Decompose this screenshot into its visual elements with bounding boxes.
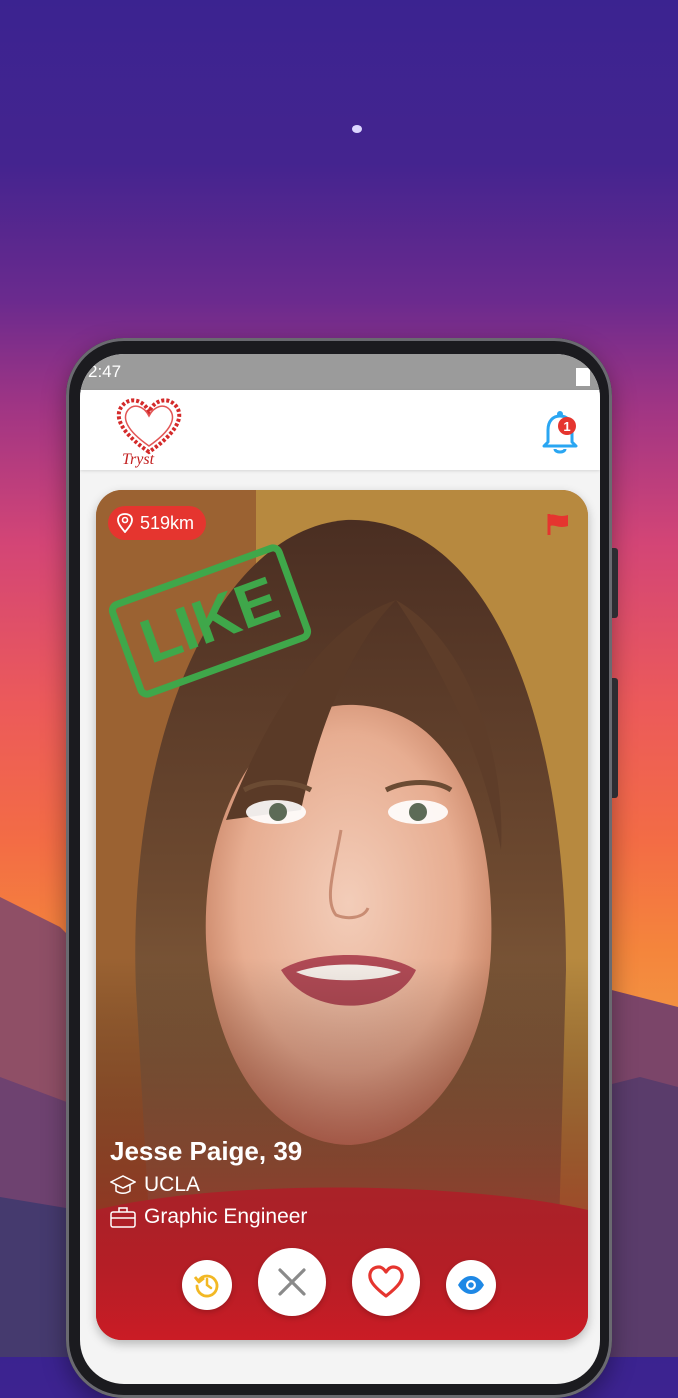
phone-frame: 2:47 Tryst 1 519km LIKE Jesse Paige, 39 … xyxy=(66,338,618,1398)
rewind-button[interactable] xyxy=(182,1260,232,1310)
distance-text: 519km xyxy=(140,512,195,533)
job-row: Graphic Engineer xyxy=(110,1205,307,1229)
view-profile-button[interactable] xyxy=(446,1260,496,1310)
notification-bell-icon[interactable]: 1 xyxy=(540,408,580,458)
notification-badge: 1 xyxy=(563,419,570,434)
status-time: 2:47 xyxy=(88,362,122,381)
location-pin-icon xyxy=(117,513,133,533)
power-button xyxy=(612,678,618,798)
app-logo[interactable]: Tryst xyxy=(110,394,188,468)
nope-button[interactable] xyxy=(258,1248,326,1316)
status-bar: 2:47 xyxy=(80,354,600,390)
profile-name-age: Jesse Paige, 39 xyxy=(110,1136,303,1166)
job-text: Graphic Engineer xyxy=(144,1205,308,1228)
app-bar: Tryst 1 xyxy=(80,390,600,470)
rewind-icon xyxy=(193,1274,219,1298)
phone-screen: 2:47 Tryst 1 519km LIKE Jesse Paige, 39 … xyxy=(80,354,600,1384)
profile-info: Jesse Paige, 39 UCLA Graphic Engineer xyxy=(110,1136,307,1237)
distance-badge: 519km xyxy=(108,506,207,540)
report-flag-icon[interactable] xyxy=(546,512,570,536)
eye-icon xyxy=(458,1276,484,1294)
svg-text:Tryst: Tryst xyxy=(122,451,155,468)
school-text: UCLA xyxy=(144,1173,201,1196)
like-button[interactable] xyxy=(352,1248,420,1316)
school-row: UCLA xyxy=(110,1173,307,1197)
signal-icon xyxy=(576,368,590,386)
action-bar xyxy=(96,1248,588,1322)
profile-card[interactable]: 519km LIKE Jesse Paige, 39 UCLA Graphic … xyxy=(96,490,588,1340)
background-dot xyxy=(352,125,362,133)
volume-button xyxy=(612,548,618,618)
close-icon xyxy=(278,1268,306,1296)
briefcase-icon xyxy=(110,1207,136,1228)
heart-icon xyxy=(368,1265,404,1298)
graduation-cap-icon xyxy=(110,1175,136,1194)
